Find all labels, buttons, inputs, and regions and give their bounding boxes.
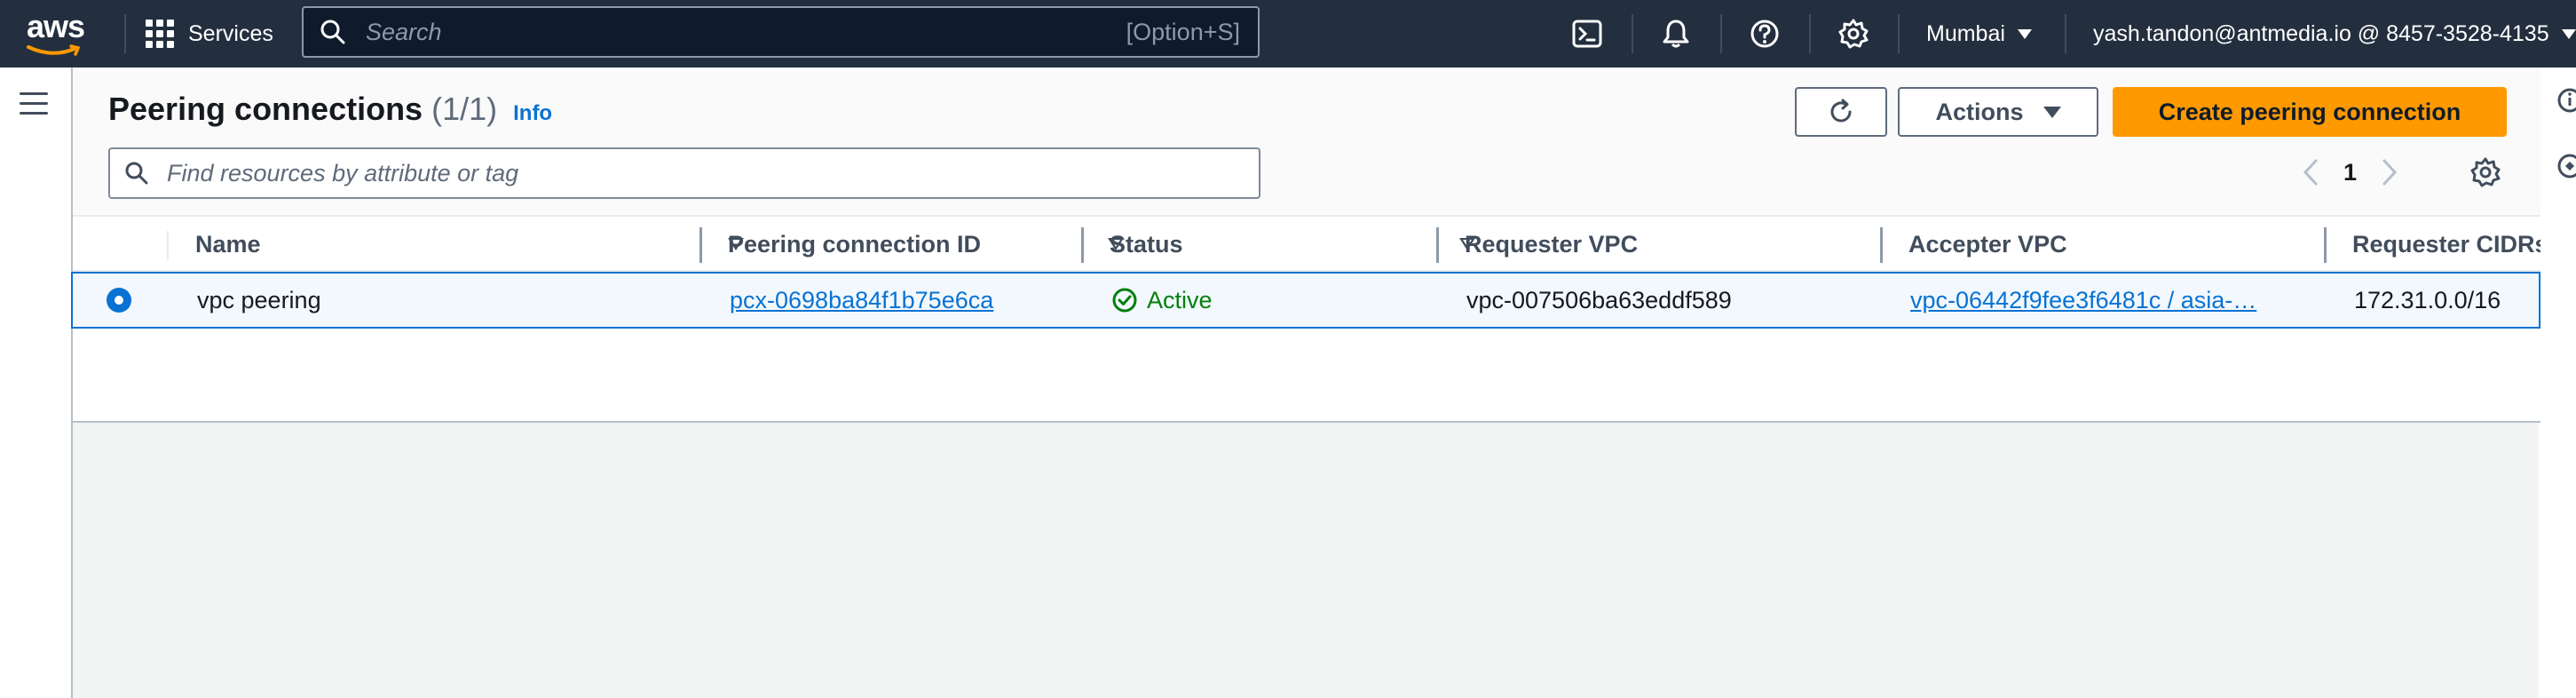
services-menu-button[interactable]: Services	[146, 16, 273, 52]
column-header-requester-vpc[interactable]: Requester VPC	[1465, 217, 1891, 272]
column-header-accepter-vpc[interactable]: Accepter VPC	[1908, 217, 2335, 272]
refresh-button[interactable]	[1795, 87, 1887, 137]
column-header-label: Name	[195, 230, 261, 258]
notifications-icon[interactable]	[1660, 18, 1692, 50]
row-select-radio[interactable]	[107, 288, 131, 313]
refresh-icon	[1830, 99, 1852, 123]
column-resizer[interactable]	[1081, 227, 1084, 263]
column-header-peering-id[interactable]: Peering connection ID	[728, 217, 1136, 272]
column-resizer[interactable]	[1880, 227, 1883, 263]
cloudshell-icon[interactable]	[1571, 18, 1603, 50]
current-page-number[interactable]: 1	[2343, 159, 2357, 186]
status-text: Active	[1147, 286, 1213, 313]
caret-down-icon	[2043, 106, 2061, 118]
column-header-label: Requester VPC	[1465, 230, 1639, 258]
column-resizer[interactable]	[2324, 227, 2327, 263]
help-icon[interactable]	[1749, 18, 1781, 50]
column-resizer[interactable]	[699, 227, 702, 263]
status-check-icon	[1112, 288, 1137, 313]
page-title: Peering connections (1/1) Info	[108, 91, 552, 128]
global-search-input[interactable]: Search [Option+S]	[302, 6, 1260, 58]
nav-divider	[1720, 14, 1722, 53]
info-link[interactable]: Info	[513, 101, 552, 126]
search-icon	[320, 20, 345, 44]
resource-filter-input[interactable]: Find resources by attribute or tag	[108, 147, 1260, 199]
account-menu[interactable]: yash.tandon@antmedia.io @ 8457-3528-4135	[2093, 16, 2576, 52]
actions-dropdown-button[interactable]: Actions	[1898, 87, 2098, 137]
cell-name: vpc peering	[197, 286, 321, 313]
nav-divider	[124, 14, 126, 53]
services-grid-icon	[146, 20, 174, 48]
actions-label: Actions	[1935, 98, 2024, 125]
caret-down-icon	[2017, 28, 2032, 39]
page-title-text: Peering connections	[108, 91, 423, 127]
accepter-vpc-link[interactable]: vpc-06442f9fee3f6481c / asia-…	[1910, 287, 2256, 314]
peering-id-link[interactable]: pcx-0698ba84f1b75e6ca	[730, 287, 993, 314]
aws-logo[interactable]: aws	[27, 9, 91, 59]
cell-requester-vpc: vpc-007506ba63eddf589	[1466, 286, 1732, 313]
table-header-row: Name Peering connection ID Status Reques…	[73, 215, 2540, 272]
search-shortcut-hint: [Option+S]	[1126, 18, 1240, 45]
cell-requester-cidrs: 172.31.0.0/16	[2354, 286, 2501, 313]
chevron-left-icon[interactable]	[2301, 157, 2320, 187]
column-header-label: Accepter VPC	[1908, 230, 2067, 258]
cell-accepter-vpc: vpc-06442f9fee3f6481c / asia-…	[1910, 274, 2319, 327]
table-header-area: Peering connections (1/1) Info Actions C…	[73, 67, 2540, 215]
top-navigation: aws Services Search [Option+S] Mumbai ya…	[0, 0, 2576, 67]
status-badge: Active	[1111, 287, 1213, 314]
column-header-label: Requester CIDRs	[2352, 230, 2540, 258]
main-content-panel: Peering connections (1/1) Info Actions C…	[71, 67, 2540, 698]
filter-search-icon	[125, 162, 148, 185]
hamburger-icon[interactable]	[20, 92, 48, 115]
column-header-requester-cidrs[interactable]: Requester CIDRs	[2352, 217, 2540, 272]
region-selector[interactable]: Mumbai	[1926, 16, 2032, 52]
nav-divider	[2065, 14, 2066, 53]
caret-down-icon	[2561, 28, 2576, 39]
pagination: 1	[2301, 153, 2399, 192]
cell-peering-id: pcx-0698ba84f1b75e6ca	[730, 274, 1067, 327]
resource-count: (1/1)	[431, 91, 498, 127]
filter-placeholder: Find resources by attribute or tag	[167, 159, 519, 186]
tutorial-panel-icon[interactable]	[2556, 153, 2576, 179]
nav-divider	[1632, 14, 1633, 53]
cell-status: Active	[1111, 274, 1431, 327]
aws-logo-text: aws	[27, 8, 85, 44]
settings-icon[interactable]	[1837, 18, 1869, 50]
column-divider	[167, 231, 169, 259]
table-row[interactable]: vpc peering pcx-0698ba84f1b75e6ca Active…	[71, 272, 2540, 329]
services-label: Services	[188, 20, 273, 46]
account-label: yash.tandon@antmedia.io @ 8457-3528-4135	[2093, 20, 2549, 46]
nav-divider	[1898, 14, 1900, 53]
region-label: Mumbai	[1926, 20, 2005, 46]
column-header-name[interactable]: Name	[195, 217, 746, 272]
preferences-gear-icon[interactable]	[2469, 156, 2501, 188]
nav-divider	[1809, 14, 1811, 53]
table-body-padding	[73, 329, 2540, 423]
info-panel-icon[interactable]	[2556, 87, 2576, 114]
create-peering-connection-button[interactable]: Create peering connection	[2113, 87, 2507, 137]
aws-smile-icon	[27, 44, 81, 56]
column-header-label: Status	[1110, 230, 1183, 258]
chevron-right-icon[interactable]	[2380, 157, 2399, 187]
column-header-label: Peering connection ID	[728, 230, 982, 258]
column-resizer[interactable]	[1436, 227, 1439, 263]
search-placeholder: Search	[366, 18, 442, 45]
